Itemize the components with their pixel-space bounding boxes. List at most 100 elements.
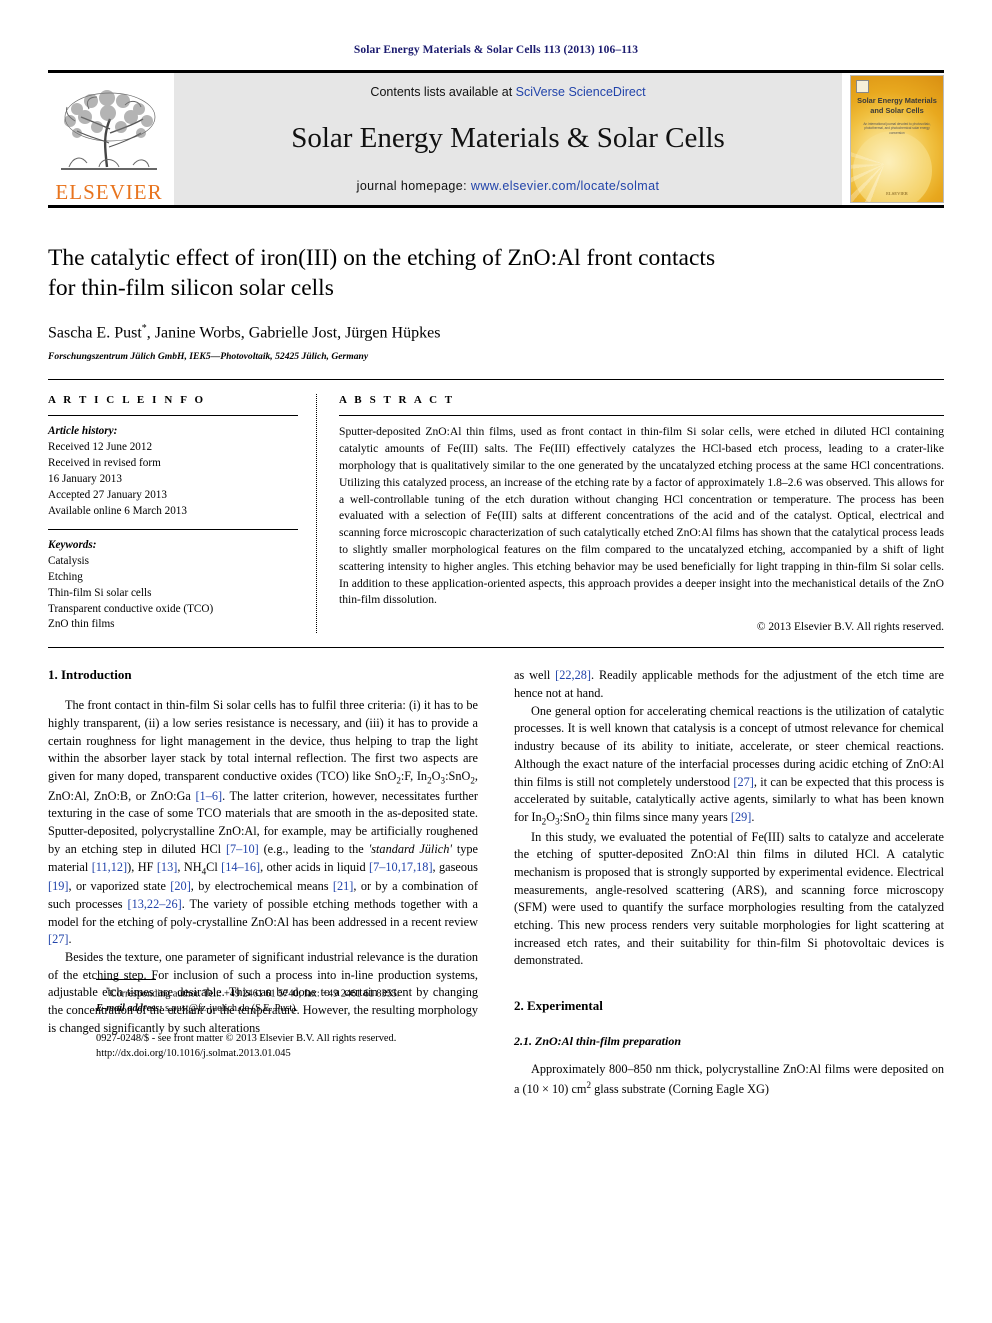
intro-p1-j: , or vaporized state <box>68 879 171 894</box>
body-column-right: as well [22,28]. Readily applicable meth… <box>514 667 944 1098</box>
sub-2: 2 <box>396 775 401 786</box>
citation-ref[interactable]: [20] <box>170 879 191 893</box>
experimental-section: 2. Experimental 2.1. ZnO:Al thin-film pr… <box>514 998 944 1099</box>
paragraph-intro-3: as well [22,28]. Readily applicable meth… <box>514 667 944 702</box>
history-item: Available online 6 March 2013 <box>48 505 187 518</box>
intro-p1-a: The front contact in thin-film Si solar … <box>48 698 478 784</box>
citation-ref[interactable]: [14–16] <box>221 860 260 874</box>
intro-p1-c: (e.g., leading to the <box>258 841 369 856</box>
author-first: Sascha E. Pust <box>48 324 142 342</box>
elsevier-wordmark: ELSEVIER <box>55 180 163 204</box>
homepage-prefix: journal homepage: <box>356 178 471 193</box>
running-head: Solar Energy Materials & Solar Cells 113… <box>353 44 639 56</box>
exp-p1-b: glass substrate (Corning Eagle XG) <box>591 1081 769 1096</box>
subsection-heading-preparation: 2.1. ZnO:Al thin-film preparation <box>514 1034 682 1049</box>
intro-p4-c: thin films since many years <box>589 809 731 824</box>
sub-2c: 2 <box>470 775 475 786</box>
sub-3b: 3 <box>555 816 560 827</box>
intro-p1-h: , other acids in liquid <box>260 859 370 874</box>
abstract-heading: A B S T R A C T <box>339 394 455 407</box>
cover-subtitle: An international journal devoted to phot… <box>863 122 931 135</box>
citation-ref[interactable]: [11,12] <box>92 860 127 874</box>
authors-remaining: , Janine Worbs, Gabrielle Jost, Jürgen H… <box>146 324 441 342</box>
contents-prefix: Contents lists available at <box>370 85 516 99</box>
journal-cover-thumbnail: Solar Energy Materials and Solar Cells A… <box>850 75 944 203</box>
section-heading-experimental: 2. Experimental <box>514 998 603 1014</box>
author-list: Sascha E. Pust*, Janine Worbs, Gabrielle… <box>48 323 944 342</box>
abstract-text: Sputter-deposited ZnO:Al thin films, use… <box>339 425 944 607</box>
history-item: Accepted 27 January 2013 <box>48 489 167 502</box>
journal-band: Contents lists available at SciVerse Sci… <box>174 73 842 205</box>
keyword-item: Etching <box>48 570 83 583</box>
article-info-rule <box>48 415 298 417</box>
keyword-item: Transparent conductive oxide (TCO) <box>48 602 214 615</box>
journal-article-page: Solar Energy Materials & Solar Cells 113… <box>0 0 992 1323</box>
keywords-list: Keywords: Catalysis Etching Thin-film Si… <box>48 538 298 633</box>
sciencedirect-link[interactable]: SciVerse ScienceDirect <box>516 85 646 99</box>
keyword-item: Catalysis <box>48 554 90 567</box>
paragraph-intro-1: The front contact in thin-film Si solar … <box>48 698 479 947</box>
intro-p1-k: , by electrochemical means <box>190 879 333 894</box>
masthead-bottom-rule <box>48 205 944 208</box>
citation-ref[interactable]: [19] <box>48 879 69 893</box>
citation-ref[interactable]: [29] <box>731 810 752 824</box>
citation-ref[interactable]: [27] <box>733 775 754 789</box>
citation-ref[interactable]: [13,22–26] <box>127 897 181 911</box>
history-item: 16 January 2013 <box>48 473 122 486</box>
body-columns: 1. Introduction The front contact in thi… <box>48 667 944 1098</box>
abstract-column: A B S T R A C T Sputter-deposited ZnO:Al… <box>317 394 944 633</box>
intro-p1-g: Cl <box>206 859 222 874</box>
journal-homepage-link[interactable]: www.elsevier.com/locate/solmat <box>471 179 659 193</box>
corresponding-author-footnote: *Corresponding author. Tel.: +49 2461 61… <box>96 985 526 1017</box>
history-item: Received 12 June 2012 <box>48 441 153 454</box>
page-title: The catalytic effect of iron(III) on the… <box>48 243 944 303</box>
article-title-line2: for thin-film silicon solar cells <box>48 275 334 302</box>
cover-rays-graphic <box>851 76 943 202</box>
article-info-heading: A R T I C L E I N F O <box>48 394 206 407</box>
elsevier-tree-icon <box>55 87 163 182</box>
affiliation: Forschungszentrum Jülich GmbH, IEK5—Phot… <box>48 351 369 363</box>
info-abstract-block: A R T I C L E I N F O Article history: R… <box>48 379 944 634</box>
intro-p1-italic: 'standard Jülich' <box>368 841 453 856</box>
intro-p1-e: ), HF <box>127 859 157 874</box>
sub-3: 3 <box>440 775 446 786</box>
contents-available-line: Contents lists available at SciVerse Sci… <box>174 85 842 99</box>
journal-homepage-line: journal homepage: www.elsevier.com/locat… <box>174 179 842 193</box>
paragraph-intro-5: In this study, we evaluated the potentia… <box>514 829 944 968</box>
issn-copyright-footer: 0927-0248/$ - see front matter © 2013 El… <box>96 1031 526 1061</box>
citation-ref[interactable]: [7–10,17,18] <box>369 860 433 874</box>
sub-2b: 2 <box>427 775 432 786</box>
paragraph-experimental-1: Approximately 800–850 nm thick, polycrys… <box>514 1061 944 1099</box>
cover-elsevier-mark-icon <box>856 80 869 93</box>
email-label: E-mail address: <box>96 1002 163 1014</box>
article-title-line1: The catalytic effect of iron(III) on the… <box>48 245 716 271</box>
footnote-block: *Corresponding author. Tel.: +49 2461 61… <box>96 978 526 1061</box>
citation-ref[interactable]: [27] <box>48 932 69 946</box>
citation-ref[interactable]: [13] <box>157 860 178 874</box>
sub-2d: 2 <box>541 816 547 827</box>
journal-title: Solar Energy Materials & Solar Cells <box>291 122 725 155</box>
footnote-rule <box>96 978 156 980</box>
cover-title-line2: and Solar Cells <box>870 105 924 115</box>
abstract-copyright: © 2013 Elsevier B.V. All rights reserved… <box>756 621 944 634</box>
intro-p1-n: . <box>68 932 72 947</box>
citation-ref[interactable]: [1–6] <box>195 789 222 803</box>
keywords-rule <box>48 528 298 530</box>
citation-ref[interactable]: [21] <box>333 879 354 893</box>
intro-p1-i: , gaseous <box>432 859 478 874</box>
intro-p4-d: . <box>751 809 755 824</box>
intro-p1-f: , NH <box>177 859 202 874</box>
paragraph-intro-4: One general option for accelerating chem… <box>514 703 945 827</box>
footnote-text: Corresponding author. Tel.: +49 2461 61 … <box>109 987 400 999</box>
body-column-left: 1. Introduction The front contact in thi… <box>48 667 478 1098</box>
doi-link[interactable]: http://dx.doi.org/10.1016/j.solmat.2013.… <box>96 1046 526 1061</box>
citation-ref[interactable]: [7–10] <box>226 842 259 856</box>
elsevier-logo: ELSEVIER <box>48 73 170 205</box>
cover-title: Solar Energy Materials and Solar Cells <box>851 96 943 116</box>
article-info-column: A R T I C L E I N F O Article history: R… <box>48 394 317 634</box>
citation-ref[interactable]: [22,28] <box>555 668 591 682</box>
abstract-rule <box>339 415 944 417</box>
email-address[interactable]: s.pust@fz-juelich.de (S.E. Pust). <box>165 1003 298 1014</box>
keyword-item: Thin-film Si solar cells <box>48 586 152 599</box>
section-heading-introduction: 1. Introduction <box>48 667 132 683</box>
